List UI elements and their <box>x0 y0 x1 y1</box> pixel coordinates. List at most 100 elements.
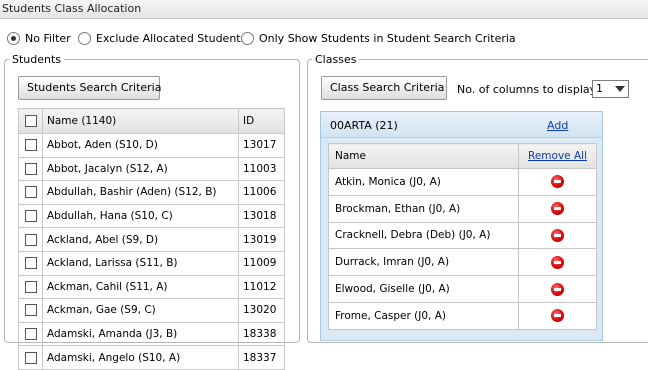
row-checkbox[interactable] <box>24 210 37 223</box>
remove-icon[interactable] <box>551 255 564 269</box>
table-row[interactable]: Abdullah, Hana (S10, C) 13018 <box>18 203 285 229</box>
class-search-criteria-button[interactable]: Class Search Criteria <box>321 76 447 100</box>
class-student-name: Elwood, Giselle (J0, A) <box>328 275 519 303</box>
student-name[interactable]: Ackland, Larissa (S11, B) <box>42 250 239 276</box>
student-name[interactable]: Ackland, Abel (S9, D) <box>42 227 239 252</box>
columns-to-display-value: 1 <box>596 82 603 95</box>
student-id: 11003 <box>238 156 285 182</box>
window-title: Students Class Allocation <box>0 0 648 19</box>
remove-icon[interactable] <box>551 228 564 242</box>
class-students-table: Name Remove All Atkin, Monica (J0, A) Bro… <box>328 143 597 330</box>
row-checkbox-cell[interactable] <box>18 298 43 323</box>
row-checkbox-cell[interactable] <box>18 321 43 347</box>
student-id: 18337 <box>238 345 285 370</box>
class-name-column-header: Name <box>328 143 519 169</box>
remove-all-link[interactable]: Remove All <box>528 150 587 162</box>
name-column-header[interactable]: Name (1140) <box>42 108 239 134</box>
remove-cell <box>518 168 597 196</box>
student-name[interactable]: Adamski, Angelo (S10, A) <box>42 345 239 370</box>
table-row: Elwood, Giselle (J0, A) <box>328 275 597 303</box>
table-row[interactable]: Adamski, Angelo (S10, A) 18337 <box>18 345 285 370</box>
table-row: Brockman, Ethan (J0, A) <box>328 194 597 223</box>
row-checkbox-cell[interactable] <box>18 133 43 158</box>
table-row: Atkin, Monica (J0, A) <box>328 168 597 196</box>
class-student-name: Durrack, Imran (J0, A) <box>328 248 519 277</box>
student-name[interactable]: Abbot, Aden (S10, D) <box>42 133 239 158</box>
table-row: Frome, Casper (J0, A) <box>328 301 597 330</box>
remove-icon[interactable] <box>551 282 564 296</box>
filter-no-filter[interactable]: No Filter <box>7 30 71 46</box>
radio-button[interactable] <box>7 31 20 45</box>
class-name: 00ARTA (21) <box>330 119 398 132</box>
student-name[interactable]: Ackman, Cahil (S11, A) <box>42 274 239 300</box>
remove-all-cell: Remove All <box>518 143 597 169</box>
table-row[interactable]: Abdullah, Bashir (Aden) (S12, B) 11006 <box>18 180 285 205</box>
remove-cell <box>518 275 597 303</box>
filter-label: Only Show Students in Student Search Cri… <box>259 31 516 45</box>
table-row[interactable]: Ackman, Gae (S9, C) 13020 <box>18 298 285 323</box>
remove-icon[interactable] <box>551 202 564 216</box>
remove-cell <box>518 248 597 277</box>
columns-to-display-select[interactable]: 1 <box>592 80 629 98</box>
id-column-header[interactable]: ID <box>238 108 285 134</box>
row-checkbox[interactable] <box>24 139 37 152</box>
row-checkbox[interactable] <box>24 351 37 364</box>
row-checkbox-cell[interactable] <box>18 345 43 370</box>
select-all-cell[interactable] <box>18 108 43 134</box>
table-row[interactable]: Ackman, Cahil (S11, A) 11012 <box>18 274 285 300</box>
student-id: 18338 <box>238 321 285 347</box>
class-panel-header: 00ARTA (21) Add <box>321 112 602 138</box>
student-name[interactable]: Abbot, Jacalyn (S12, A) <box>42 156 239 182</box>
table-row[interactable]: Adamski, Amanda (J3, B) 18338 <box>18 321 285 347</box>
classes-legend: Classes <box>315 53 357 66</box>
table-header-row: Name Remove All <box>328 143 597 169</box>
row-checkbox[interactable] <box>24 304 37 317</box>
filter-label: No Filter <box>25 31 71 45</box>
remove-icon[interactable] <box>551 309 564 323</box>
add-link[interactable]: Add <box>547 119 568 132</box>
row-checkbox-cell[interactable] <box>18 250 43 276</box>
row-checkbox[interactable] <box>24 280 37 293</box>
chevron-down-icon <box>615 86 625 92</box>
student-name[interactable]: Abdullah, Hana (S10, C) <box>42 203 239 229</box>
row-checkbox-cell[interactable] <box>18 156 43 182</box>
row-checkbox[interactable] <box>24 257 37 270</box>
radio-button[interactable] <box>241 31 254 45</box>
student-name[interactable]: Ackman, Gae (S9, C) <box>42 298 239 323</box>
students-table: Name (1140) ID Abbot, Aden (S10, D) 13017… <box>18 108 285 370</box>
table-row: Durrack, Imran (J0, A) <box>328 248 597 277</box>
students-legend: Students <box>12 53 62 66</box>
class-student-name: Atkin, Monica (J0, A) <box>328 168 519 196</box>
select-all-checkbox[interactable] <box>24 115 37 127</box>
remove-cell <box>518 194 597 223</box>
student-name[interactable]: Adamski, Amanda (J3, B) <box>42 321 239 347</box>
filter-only-search-criteria[interactable]: Only Show Students in Student Search Cri… <box>241 30 516 46</box>
columns-to-display-label: No. of columns to display: <box>457 83 600 96</box>
class-panel: 00ARTA (21) Add Name Remove All Atkin, M… <box>320 111 603 341</box>
student-id: 13018 <box>238 203 285 229</box>
remove-cell <box>518 221 597 250</box>
row-checkbox-cell[interactable] <box>18 227 43 252</box>
remove-cell <box>518 301 597 330</box>
table-row[interactable]: Abbot, Aden (S10, D) 13017 <box>18 133 285 158</box>
row-checkbox-cell[interactable] <box>18 180 43 205</box>
student-id: 13019 <box>238 227 285 252</box>
student-id: 11006 <box>238 180 285 205</box>
row-checkbox[interactable] <box>24 186 37 199</box>
student-id: 13017 <box>238 133 285 158</box>
row-checkbox[interactable] <box>24 328 37 341</box>
students-search-criteria-button[interactable]: Students Search Criteria <box>18 76 161 100</box>
student-name[interactable]: Abdullah, Bashir (Aden) (S12, B) <box>42 180 239 205</box>
row-checkbox-cell[interactable] <box>18 203 43 229</box>
table-row[interactable]: Abbot, Jacalyn (S12, A) 11003 <box>18 156 285 182</box>
student-id: 13020 <box>238 298 285 323</box>
row-checkbox[interactable] <box>24 233 37 246</box>
table-row[interactable]: Ackland, Larissa (S11, B) 11009 <box>18 250 285 276</box>
table-row[interactable]: Ackland, Abel (S9, D) 13019 <box>18 227 285 252</box>
row-checkbox[interactable] <box>24 162 37 175</box>
remove-icon[interactable] <box>551 175 564 189</box>
row-checkbox-cell[interactable] <box>18 274 43 300</box>
class-student-name: Cracknell, Debra (Deb) (J0, A) <box>328 221 519 250</box>
radio-button[interactable] <box>78 31 91 45</box>
filter-exclude-allocated[interactable]: Exclude Allocated Students <box>78 30 246 46</box>
